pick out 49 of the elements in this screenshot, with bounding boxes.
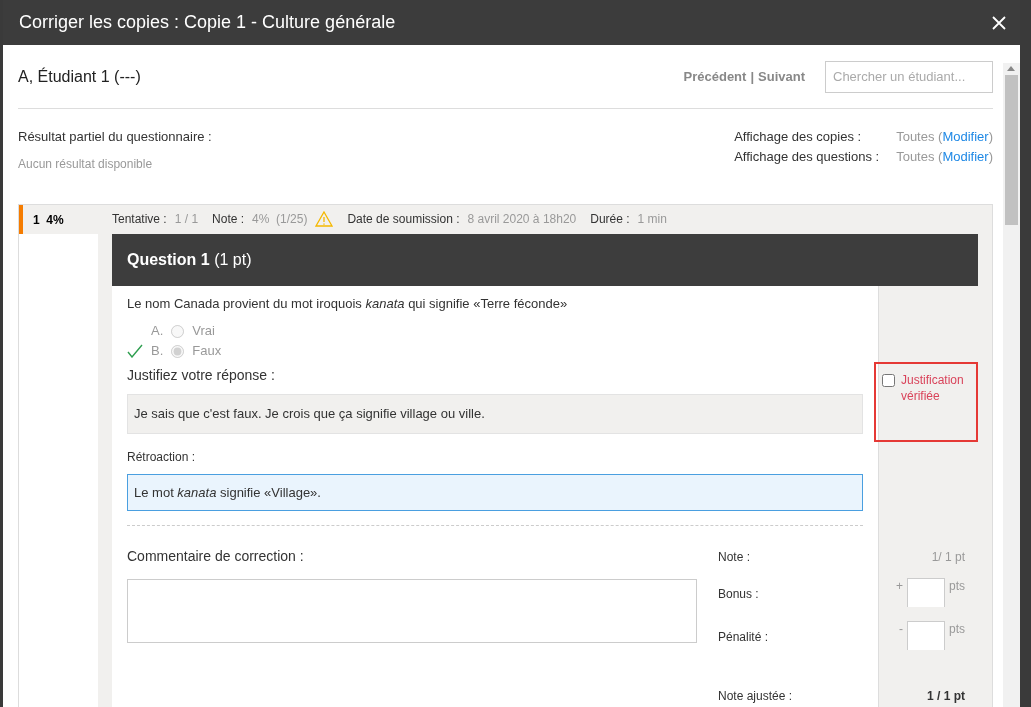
setting-value: Toutes (Modifier) (896, 147, 993, 166)
grading-label: Bonus : (718, 586, 759, 603)
grading-label: Pénalité : (718, 629, 769, 646)
grading-label: Note : (718, 549, 750, 566)
attempt-label: Date de soumission : (347, 211, 460, 228)
feedback-label: Rétroaction : (127, 448, 197, 466)
nav-link[interactable]: Suivant (758, 66, 805, 87)
attempt-label: Note : (212, 211, 245, 228)
partial-result-label: Résultat partiel du questionnaire : (18, 128, 212, 146)
modify-link[interactable]: Modifier (942, 129, 989, 144)
unit-label: pts (949, 578, 965, 595)
choice-label: Vrai (192, 322, 215, 341)
modify-link[interactable]: Modifier (942, 148, 989, 164)
close-icon[interactable] (990, 13, 1008, 32)
window-title: Corriger les copies : Copie 1 - Culture générale (19, 11, 396, 34)
attempt-value: 1 / 1 (174, 211, 199, 228)
attempt-value: 1 min (637, 211, 667, 228)
sign-label: + (895, 578, 903, 595)
setting-label: Affichage des copies : (734, 128, 863, 146)
scrollbar[interactable] (1003, 63, 1020, 707)
attempt-label: Durée : (590, 211, 630, 228)
adjusted-grade: 1 / 1 pt (927, 688, 965, 705)
question-prompt: Le nom Canada provient du mot iroquois kanata qui signifie «Terre féconde» (127, 294, 569, 313)
partial-result-value: Aucun résultat disponible (18, 155, 154, 173)
attempt-value: 8 avril 2020 à 18h20 (467, 211, 577, 228)
question-title: Question 1 (1 pt) (127, 249, 252, 270)
choice-label: Faux (192, 342, 222, 361)
choice-letter: A. (151, 322, 164, 341)
attempt-label: Tentative : (112, 211, 167, 228)
feedback-text: Le mot kanata signifie «Village». (127, 473, 863, 511)
setting-value: Toutes (Modifier) (896, 128, 993, 146)
separator: | (750, 67, 755, 86)
attempt-value: 4% (1/25) (252, 211, 308, 228)
comment-field[interactable] (127, 579, 697, 643)
justification-check-label: Justification vérifiée (901, 371, 965, 404)
unit-label: pts (949, 621, 965, 638)
student-name: A, Étudiant 1 (---) (18, 66, 141, 87)
search-field[interactable]: Chercher un étudiant... (825, 60, 993, 93)
checkbox[interactable] (882, 373, 895, 387)
nav-link[interactable]: Précédent (683, 66, 747, 87)
answer-text: Je sais que c'est faux. Je crois que ça signifie village ou ville. (127, 394, 863, 434)
justification-label: Justifiez votre réponse : (127, 366, 276, 385)
sign-label: - (899, 621, 903, 638)
warning-icon (315, 211, 334, 227)
comment-label: Commentaire de correction : (127, 547, 305, 566)
choice-letter: B. (151, 342, 164, 361)
grading-label: Note ajustée : (718, 688, 793, 705)
grading-value: 1/ 1 pt (931, 549, 965, 566)
setting-label: Affichage des questions : (734, 147, 881, 166)
